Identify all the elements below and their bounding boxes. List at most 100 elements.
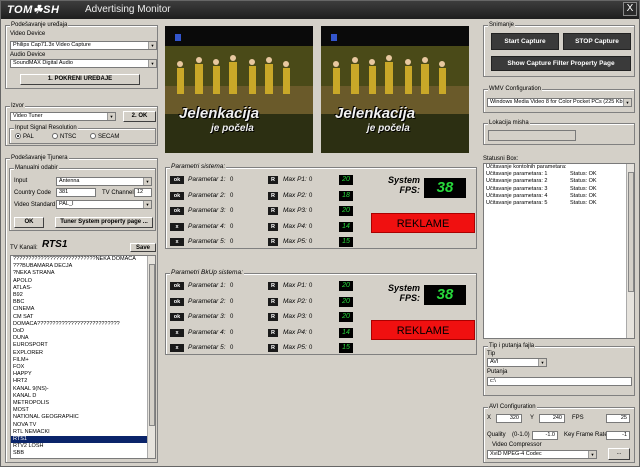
country-code-input[interactable]: 381: [56, 188, 96, 197]
param-value: 0: [230, 283, 234, 289]
channel-list-item[interactable]: RTL NEMACKI: [11, 429, 155, 436]
param-label: Parametar 3:: [188, 207, 226, 214]
video-compressor-select[interactable]: XviD MPEG-4 Codec ▼: [487, 450, 597, 459]
channel-list-scrollbar[interactable]: [147, 256, 155, 458]
channel-list-item[interactable]: EUROSPORT: [11, 342, 155, 349]
avi-fps-input[interactable]: 25: [606, 414, 630, 423]
channel-list-item[interactable]: DUNA: [11, 335, 155, 342]
radio-pal[interactable]: PAL: [15, 133, 34, 141]
param-reset-button[interactable]: R: [268, 176, 278, 184]
channel-list-item[interactable]: HAPPY: [11, 371, 155, 378]
param-label: Parametar 5:: [188, 344, 226, 351]
channel-list-item[interactable]: FOX: [11, 364, 155, 371]
param-status-button[interactable]: ok: [170, 282, 184, 290]
key-frame-rate-input[interactable]: -1: [606, 431, 630, 440]
channel-list-item[interactable]: ?NEKA STRANA: [11, 270, 155, 277]
param-status-button[interactable]: ok: [170, 207, 184, 215]
channel-list-item[interactable]: B92: [11, 292, 155, 299]
param-max-label: Max P4:: [283, 328, 307, 336]
quality-input[interactable]: -1.0: [532, 431, 558, 440]
param-status-button[interactable]: x: [170, 222, 184, 231]
status-line-result: Status: OK: [570, 185, 597, 192]
channel-list-item[interactable]: NATIONAL GEOGRAPHIC: [11, 414, 155, 421]
param-reset-button[interactable]: R: [268, 191, 278, 200]
video-device-select[interactable]: Philips Cap71.3x Video Capture ▼: [10, 41, 157, 50]
channel-list-item[interactable]: FILM+: [11, 357, 155, 364]
param-status-button[interactable]: x: [170, 328, 184, 337]
param-status-button[interactable]: ok: [170, 191, 184, 200]
channel-list-item[interactable]: KANAL 9(NS)-: [11, 386, 155, 393]
tuner-property-button[interactable]: Tuner System property page ...: [55, 217, 153, 228]
param-reset-button[interactable]: R: [268, 238, 278, 246]
input-select[interactable]: Antenna ▼: [56, 177, 152, 186]
avi-y-input[interactable]: 240: [539, 414, 565, 423]
close-button[interactable]: X: [623, 2, 637, 16]
start-capture-button[interactable]: Start Capture: [491, 33, 559, 50]
param-status-button[interactable]: ok: [170, 297, 184, 306]
tuner-ok-button[interactable]: OK: [14, 217, 44, 228]
param-reset-button[interactable]: R: [268, 282, 278, 290]
video-standard-select[interactable]: PAL_I ▼: [56, 200, 152, 209]
save-channel-button[interactable]: Save: [130, 243, 156, 252]
country-code-label: Country Code: [14, 190, 52, 196]
param-max-value: 0: [309, 192, 313, 199]
param-lcd: 18: [339, 190, 353, 201]
param-status-button[interactable]: ok: [170, 313, 184, 321]
param-reset-button[interactable]: R: [268, 344, 278, 352]
channel-list-item[interactable]: SOS: [11, 458, 155, 459]
source-ok-button[interactable]: 2. OK: [123, 111, 156, 122]
channel-list-item[interactable]: ???BUBAMARA DECJA: [11, 263, 155, 270]
channel-list-item[interactable]: APOLO: [11, 278, 155, 285]
channel-list-item[interactable]: MOST: [11, 407, 155, 414]
channel-list-item[interactable]: METROPOLIS: [11, 400, 155, 407]
file-path-input[interactable]: c:\: [487, 377, 632, 386]
stop-capture-button[interactable]: STOP Capture: [563, 33, 631, 50]
channel-list-item[interactable]: CINEMA: [11, 306, 155, 313]
resolution-group: Input Signal Resolution PAL NTSC SECAM: [9, 124, 156, 144]
param-status-button[interactable]: x: [170, 238, 184, 246]
radio-ntsc[interactable]: NTSC: [52, 133, 76, 141]
channel-list-item[interactable]: ATLAS-: [11, 285, 155, 292]
channel-list-item[interactable]: ???????????????????????????NEKA DOMACA: [11, 256, 155, 263]
wmv-select[interactable]: Windows Media Video 8 for Color Pocket P…: [487, 98, 632, 107]
param-status-button[interactable]: x: [170, 344, 184, 352]
avi-x-input[interactable]: 320: [496, 414, 522, 423]
channel-list-item[interactable]: NOVA TV: [11, 422, 155, 429]
avi-fps-label: FPS: [572, 415, 584, 421]
radio-secam[interactable]: SECAM: [90, 133, 119, 141]
param-lcd: 20: [339, 175, 353, 185]
fps-display: 38: [424, 178, 466, 198]
source-group: Izvor Video Tuner ▼ 2. OK Input Signal Re…: [5, 102, 158, 146]
channel-list-item[interactable]: RTS1: [11, 436, 155, 444]
channel-list-item[interactable]: EXPLORER: [11, 350, 155, 357]
title-bar: TOM☘SH Advertising Monitor X: [1, 1, 639, 19]
compressor-options-button[interactable]: ...: [608, 448, 630, 460]
param-reset-button[interactable]: R: [268, 328, 278, 337]
param-reset-button[interactable]: R: [268, 297, 278, 306]
status-line-text: Učitavanje parametara: 5: [486, 200, 548, 207]
video-preview-backup: Jelenkacija je počela: [321, 26, 469, 153]
channel-list-item[interactable]: KANAL D: [11, 393, 155, 400]
channel-list-item[interactable]: DoD: [11, 328, 155, 335]
channel-list[interactable]: ???????????????????????????NEKA DOMACA??…: [10, 255, 156, 459]
param-status-button[interactable]: ok: [170, 176, 184, 184]
param-reset-button[interactable]: R: [268, 222, 278, 231]
file-type-select[interactable]: AVI ▼: [487, 358, 547, 367]
channel-list-item[interactable]: RTV2 LOSH: [11, 443, 155, 450]
param-lcd: 20: [339, 296, 353, 307]
start-devices-button[interactable]: 1. POKRENI UREĐAJE: [20, 74, 140, 85]
scrollbar-thumb[interactable]: [149, 264, 155, 426]
channel-list-item[interactable]: HRT2: [11, 378, 155, 385]
param-max-value: 0: [309, 177, 313, 183]
param-reset-button[interactable]: R: [268, 207, 278, 215]
channel-list-item[interactable]: DOMACA???????????????????????????: [11, 321, 155, 328]
source-select[interactable]: Video Tuner ▼: [10, 112, 116, 121]
audio-device-select[interactable]: SoundMAX Digital Audio ▼: [10, 59, 157, 68]
show-filter-page-button[interactable]: Show Capture Filter Property Page: [491, 56, 631, 71]
channel-list-item[interactable]: SBB: [11, 450, 155, 457]
quality-label: Quality: [487, 432, 506, 438]
channel-list-item[interactable]: BBC: [11, 299, 155, 306]
param-reset-button[interactable]: R: [268, 313, 278, 321]
tv-channel-input[interactable]: 12: [134, 188, 152, 197]
channel-list-item[interactable]: CM SAT: [11, 314, 155, 321]
